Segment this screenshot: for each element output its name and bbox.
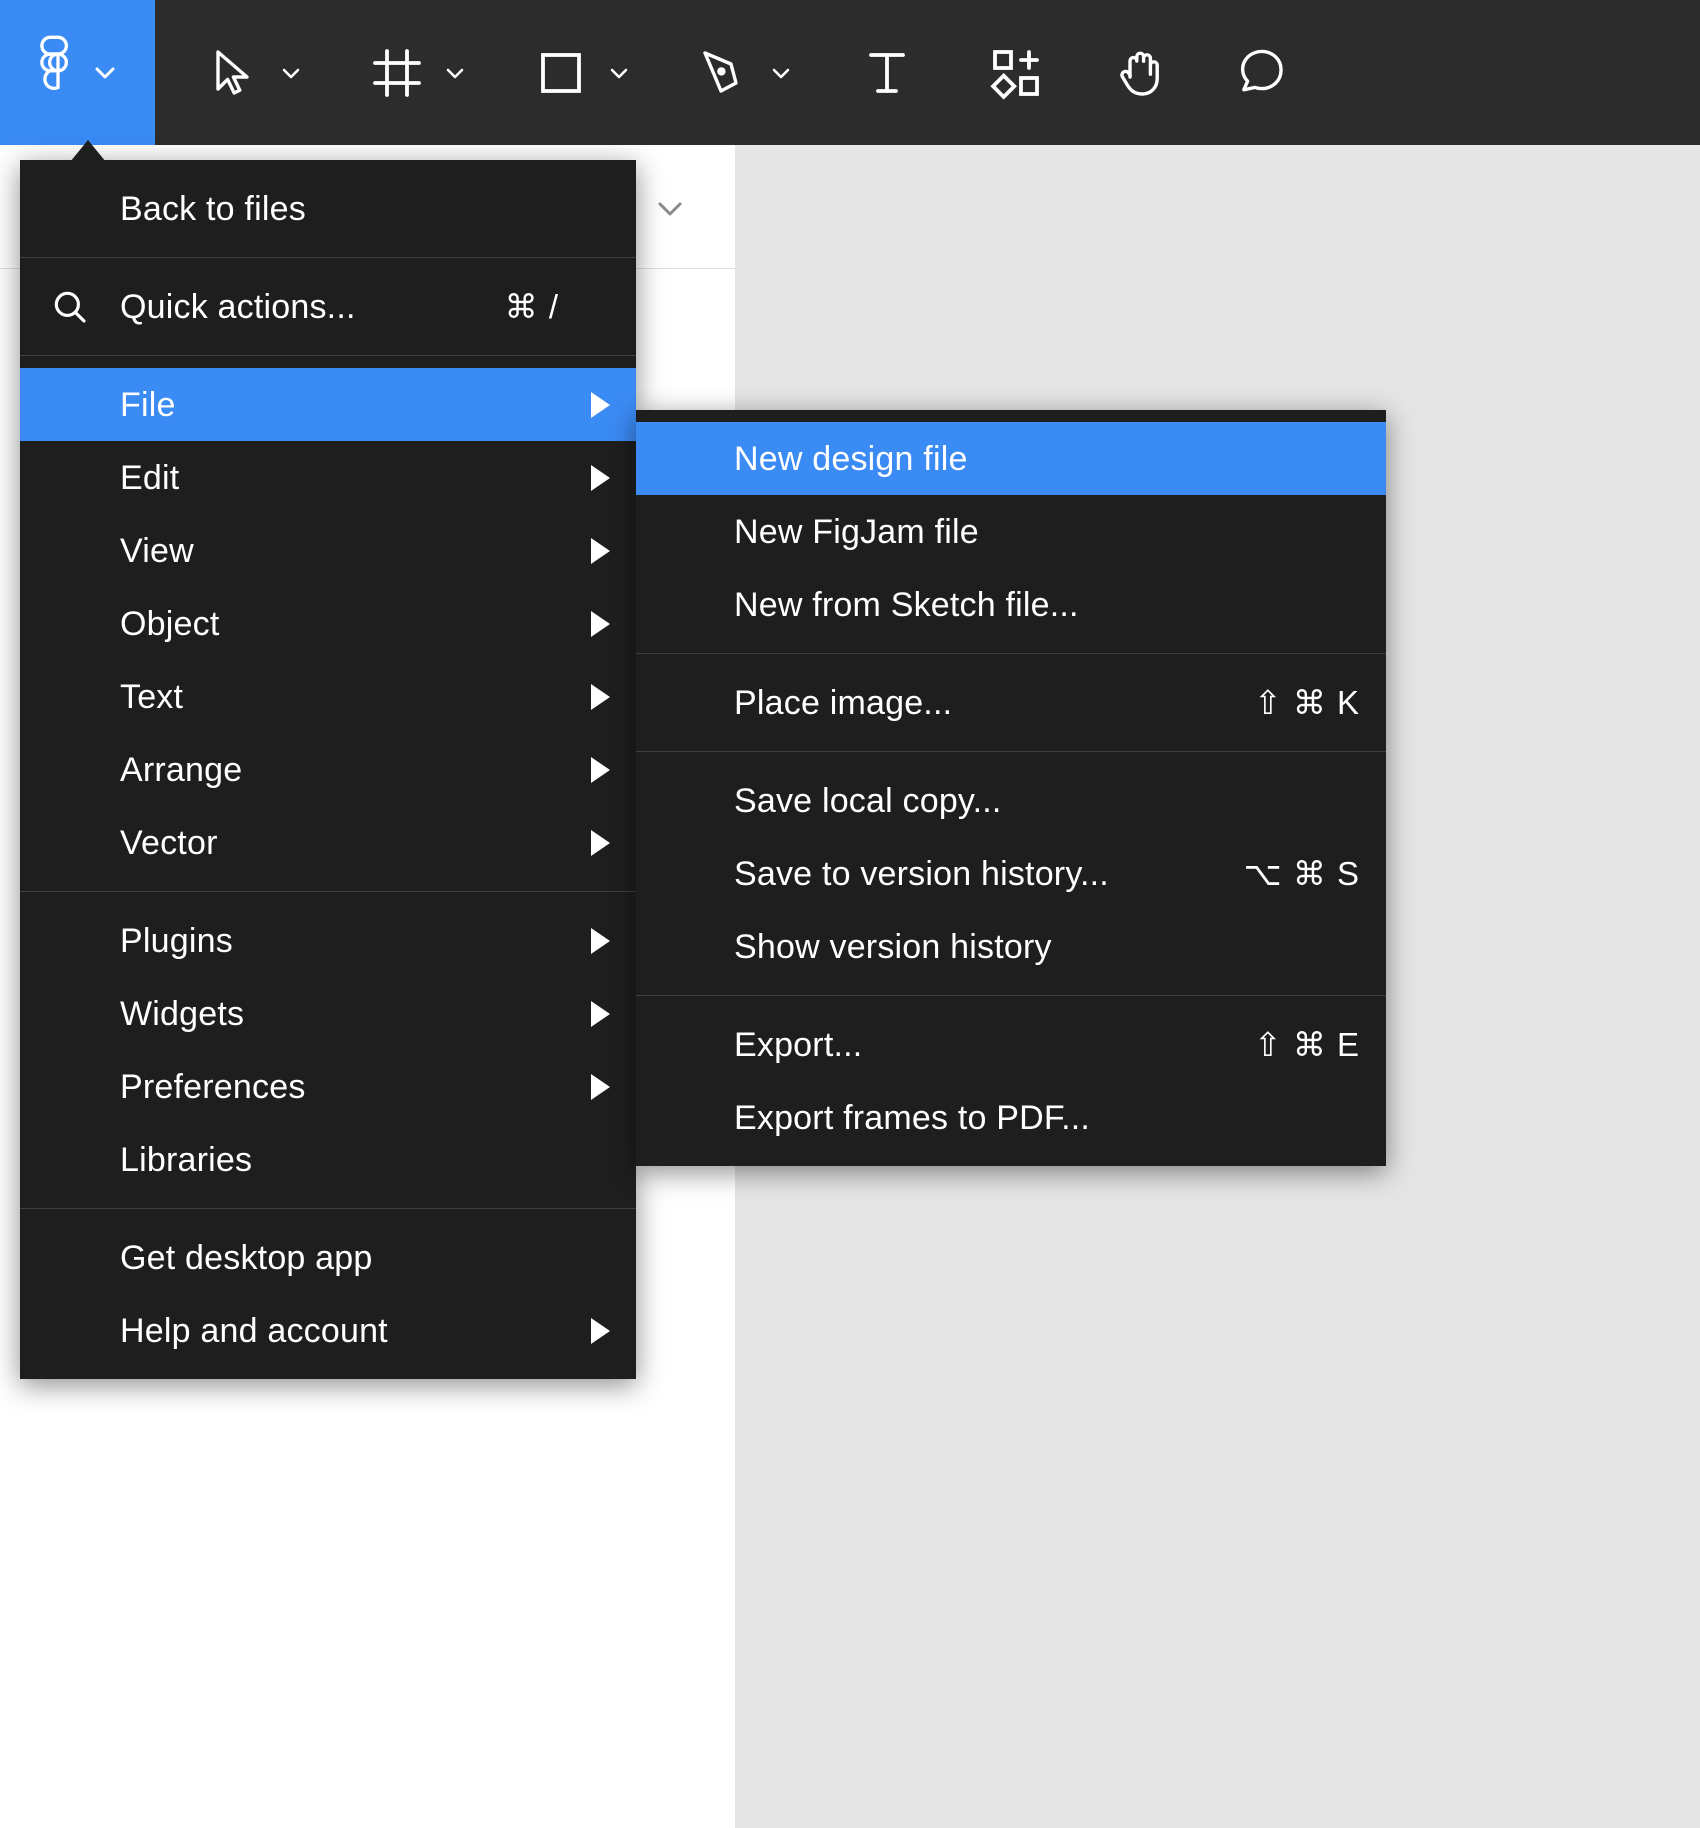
submenu-item-label: New from Sketch file... [734, 585, 1079, 624]
submenu-arrow-icon [591, 927, 610, 954]
submenu-item-label: New design file [734, 439, 968, 478]
menu-section: Plugins Widgets Preferences Libraries [20, 892, 636, 1208]
menu-item-label: Plugins [120, 921, 233, 960]
menu-item-label: Text [120, 677, 184, 716]
menu-item-label: Help and account [120, 1311, 388, 1350]
menu-item-preferences[interactable]: Preferences [20, 1050, 636, 1123]
menu-section: Quick actions... ⌘ / [20, 258, 636, 355]
menu-section: Back to files [20, 160, 636, 257]
menu-section: Get desktop app Help and account [20, 1209, 636, 1379]
submenu-arrow-icon [591, 610, 610, 637]
resources-tool-button[interactable] [987, 0, 1045, 145]
submenu-arrow-icon [591, 1000, 610, 1027]
figma-menu-chevron-down-icon[interactable] [88, 56, 122, 90]
menu-item-plugins[interactable]: Plugins [20, 904, 636, 977]
menu-item-text[interactable]: Text [20, 660, 636, 733]
menu-item-get-desktop-app[interactable]: Get desktop app [20, 1221, 636, 1294]
menu-item-label: Preferences [120, 1067, 306, 1106]
menu-item-label: Quick actions... [120, 287, 356, 326]
menu-item-shortcut: ⇧ ⌘ K [1254, 684, 1360, 721]
submenu-item-new-figjam-file[interactable]: New FigJam file [636, 495, 1386, 568]
menu-pointer-triangle [70, 140, 106, 162]
file-submenu: New design file New FigJam file New from S… [636, 410, 1386, 1166]
frame-tool-button[interactable] [369, 0, 425, 145]
submenu-item-label: Show version history [734, 927, 1052, 966]
submenu-arrow-icon [591, 391, 610, 418]
menu-item-view[interactable]: View [20, 514, 636, 587]
menu-item-label: Back to files [120, 189, 306, 228]
menu-item-libraries[interactable]: Libraries [20, 1123, 636, 1196]
menu-item-quick-actions[interactable]: Quick actions... ⌘ / [20, 270, 636, 343]
submenu-arrow-icon [591, 683, 610, 710]
menu-item-shortcut: ⌘ / [504, 288, 559, 325]
shape-tool-button[interactable] [533, 0, 589, 145]
submenu-item-new-design-file[interactable]: New design file [636, 422, 1386, 495]
menu-item-edit[interactable]: Edit [20, 441, 636, 514]
toolbar [0, 0, 1700, 145]
submenu-item-label: New FigJam file [734, 512, 979, 551]
menu-item-back-to-files[interactable]: Back to files [20, 172, 636, 245]
frame-tool-chevron-down-icon[interactable] [439, 0, 471, 145]
menu-item-label: Edit [120, 458, 180, 497]
submenu-item-label: Save local copy... [734, 781, 1002, 820]
figma-app-window: Back to files Quick actions... ⌘ / File Edit… [0, 0, 1700, 1828]
menu-section: Save local copy... Save to version histor… [636, 752, 1386, 995]
submenu-item-new-from-sketch-file[interactable]: New from Sketch file... [636, 568, 1386, 641]
submenu-item-label: Place image... [734, 683, 953, 722]
figma-main-menu: Back to files Quick actions... ⌘ / File Edit… [20, 160, 636, 1379]
menu-item-help-and-account[interactable]: Help and account [20, 1294, 636, 1367]
figma-logo-icon [34, 35, 82, 110]
submenu-item-place-image[interactable]: Place image... ⇧ ⌘ K [636, 666, 1386, 739]
submenu-item-label: Export frames to PDF... [734, 1098, 1091, 1137]
move-tool-chevron-down-icon[interactable] [275, 0, 307, 145]
submenu-item-save-local-copy[interactable]: Save local copy... [636, 764, 1386, 837]
submenu-item-export-frames-to-pdf[interactable]: Export frames to PDF... [636, 1081, 1386, 1154]
menu-item-object[interactable]: Object [20, 587, 636, 660]
submenu-arrow-icon [591, 1073, 610, 1100]
figma-logo-button[interactable] [0, 0, 155, 145]
submenu-item-label: Save to version history... [734, 854, 1109, 893]
submenu-item-show-version-history[interactable]: Show version history [636, 910, 1386, 983]
submenu-item-save-to-version-history[interactable]: Save to version history... ⌥ ⌘ S [636, 837, 1386, 910]
menu-item-widgets[interactable]: Widgets [20, 977, 636, 1050]
menu-item-label: Arrange [120, 750, 243, 789]
menu-item-label: Libraries [120, 1140, 253, 1179]
menu-item-vector[interactable]: Vector [20, 806, 636, 879]
search-icon [20, 286, 120, 328]
menu-item-label: File [120, 385, 176, 424]
menu-item-shortcut: ⌥ ⌘ S [1243, 855, 1360, 892]
submenu-arrow-icon [591, 537, 610, 564]
menu-section: New design file New FigJam file New from S… [636, 410, 1386, 653]
menu-item-label: Get desktop app [120, 1238, 373, 1277]
panel-chevron-down-icon[interactable] [650, 192, 690, 226]
shape-tool-chevron-down-icon[interactable] [603, 0, 635, 145]
menu-item-label: Widgets [120, 994, 245, 1033]
menu-item-label: View [120, 531, 194, 570]
menu-item-label: Object [120, 604, 220, 643]
menu-item-arrange[interactable]: Arrange [20, 733, 636, 806]
submenu-arrow-icon [591, 464, 610, 491]
comment-tool-button[interactable] [1233, 0, 1291, 145]
menu-item-shortcut: ⇧ ⌘ E [1254, 1026, 1360, 1063]
move-tool-button[interactable] [205, 0, 261, 145]
submenu-arrow-icon [591, 829, 610, 856]
text-tool-button[interactable] [859, 0, 915, 145]
menu-section: File Edit View Object Text Arrange Vector [20, 356, 636, 891]
pen-tool-button[interactable] [695, 0, 751, 145]
hand-tool-button[interactable] [1111, 0, 1169, 145]
menu-section: Place image... ⇧ ⌘ K [636, 654, 1386, 751]
menu-item-label: Vector [120, 823, 218, 862]
submenu-arrow-icon [591, 756, 610, 783]
submenu-arrow-icon [591, 1317, 610, 1344]
menu-section: Export... ⇧ ⌘ E Export frames to PDF... [636, 996, 1386, 1166]
menu-item-file[interactable]: File [20, 368, 636, 441]
submenu-item-export[interactable]: Export... ⇧ ⌘ E [636, 1008, 1386, 1081]
submenu-item-label: Export... [734, 1025, 863, 1064]
pen-tool-chevron-down-icon[interactable] [765, 0, 797, 145]
